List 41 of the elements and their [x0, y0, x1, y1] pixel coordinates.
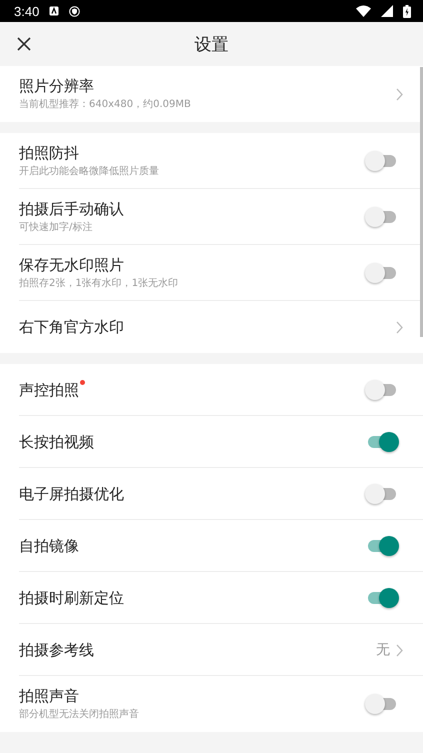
chevron-icon	[396, 88, 403, 100]
setting-title: 拍照防抖	[19, 144, 79, 163]
status-time: 3:40	[14, 4, 40, 18]
settings-row[interactable]: 右下角官方水印	[0, 301, 423, 353]
settings-row[interactable]: 保存无水印照片 拍照存2张，1张有水印，1张无水印	[0, 245, 423, 301]
settings-row[interactable]: 拍摄时刷新定位	[0, 572, 423, 624]
setting-description: 拍照存2张，1张有水印，1张无水印	[19, 276, 180, 290]
battery-icon	[403, 4, 411, 18]
setting-title: 拍摄后手动确认	[19, 200, 124, 219]
setting-description: 部分机型无法关闭拍照声音	[19, 708, 140, 721]
settings-row[interactable]: 拍照声音 部分机型无法关闭拍照声音	[0, 676, 423, 732]
settings-row[interactable]: 照片分辨率 当前机型推荐：640x480，约0.09MB	[0, 66, 423, 122]
setting-title: 保存无水印照片	[19, 256, 124, 275]
setting-description: 可快速加字/标注	[19, 220, 94, 234]
setting-title: 拍照声音	[19, 687, 79, 706]
setting-title: 拍摄时刷新定位	[19, 588, 124, 608]
setting-title: 拍摄参考线	[19, 640, 94, 660]
setting-title: 声控拍照	[19, 380, 79, 400]
setting-title: 照片分辨率	[19, 77, 94, 96]
setting-description: 当前机型推荐：640x480，约0.09MB	[19, 98, 192, 111]
wifi-icon	[356, 5, 371, 17]
settings-row[interactable]: 拍照防抖 开启此功能会略微降低照片质量	[0, 133, 423, 189]
setting-description: 开启此功能会略微降低照片质量	[19, 164, 160, 178]
close-icon	[17, 37, 31, 51]
signal-icon	[381, 5, 393, 17]
shield-icon	[69, 6, 80, 16]
notification-icon	[49, 6, 60, 16]
settings-row[interactable]: 拍摄后手动确认 可快速加字/标注	[0, 189, 423, 245]
setting-title: 自拍镜像	[19, 536, 79, 556]
settings-row[interactable]: 声控拍照	[0, 364, 423, 416]
setting-title: 右下角官方水印	[19, 318, 124, 336]
chevron-icon	[396, 320, 403, 334]
settings-row[interactable]: 电子屏拍摄优化	[0, 468, 423, 520]
setting-title: 长按拍视频	[19, 432, 94, 452]
page-title: 设置	[194, 34, 228, 56]
setting-title: 电子屏拍摄优化	[19, 484, 124, 504]
settings-row[interactable]: 长按拍视频	[0, 416, 423, 468]
chevron-icon	[396, 644, 403, 656]
settings-row[interactable]: 拍摄参考线 无	[0, 624, 423, 676]
settings-row[interactable]: 自拍镜像	[0, 520, 423, 572]
setting-value: 无	[376, 641, 390, 659]
